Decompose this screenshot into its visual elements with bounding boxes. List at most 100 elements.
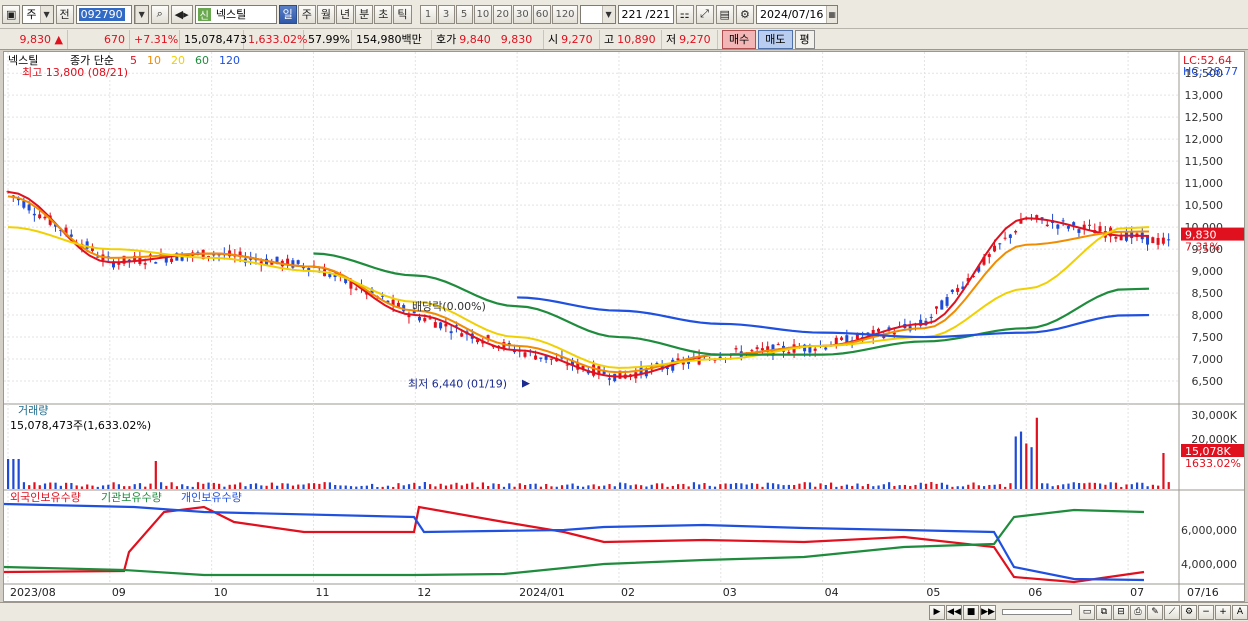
stock-code-input[interactable]: 092790 xyxy=(75,4,132,24)
volume-bar xyxy=(566,484,569,489)
candle-body xyxy=(444,323,448,327)
current-price: 9,830 ▲ xyxy=(2,29,68,49)
volume-bar xyxy=(286,483,289,489)
period-tab-0[interactable]: 일 xyxy=(278,4,297,24)
tools-icon[interactable]: ✎ xyxy=(1147,604,1163,620)
buy-button[interactable]: 매수 xyxy=(722,29,757,49)
chevron-down-icon[interactable]: ▼ xyxy=(39,5,53,23)
candle-body xyxy=(439,322,443,329)
gear-icon[interactable]: ⚙ xyxy=(735,4,754,24)
candle-body xyxy=(950,289,954,293)
interval-1[interactable]: 1 xyxy=(419,4,437,24)
volume-bar xyxy=(582,486,585,489)
volume-bar xyxy=(212,482,215,489)
volume-bar xyxy=(344,485,347,489)
rewind-icon[interactable]: ◀◀ xyxy=(946,604,962,620)
price-chart[interactable]: 6,5007,0007,5008,0008,5009,0009,50010,00… xyxy=(3,52,1244,601)
volume-bar xyxy=(919,482,922,489)
save-icon[interactable]: ▤ xyxy=(715,4,734,24)
interval-select[interactable]: ▼ xyxy=(579,4,616,24)
prev-button[interactable]: 전 xyxy=(55,4,74,24)
candle-body xyxy=(1072,222,1076,226)
copy-icon[interactable]: ⧉ xyxy=(1096,604,1112,620)
volume-bar xyxy=(38,485,41,489)
volume-bar xyxy=(196,482,200,489)
grid-icon[interactable]: ⚏ xyxy=(675,4,694,24)
candle-body xyxy=(592,364,596,376)
volume-bar xyxy=(798,483,801,489)
volume-bar xyxy=(1009,483,1012,489)
volume-bar xyxy=(835,486,838,489)
stop-icon[interactable]: ■ xyxy=(963,604,979,620)
scroll-right-icon[interactable]: ▶ xyxy=(929,604,945,620)
interval-5[interactable]: 5 xyxy=(455,4,473,24)
price-tag-percent: 7.31% xyxy=(1185,241,1220,254)
window-layout-icon[interactable]: ▭ xyxy=(1079,604,1095,620)
candle-body xyxy=(523,352,527,357)
volume-bar xyxy=(1014,436,1017,489)
volume-bar xyxy=(170,482,173,489)
crosshair-icon[interactable]: ⤢ xyxy=(695,4,714,24)
interval-30[interactable]: 30 xyxy=(512,4,532,24)
legend-name: 넥스틸 xyxy=(8,54,38,67)
zoom-slider[interactable] xyxy=(1002,609,1072,615)
candle-body xyxy=(840,337,844,340)
volume-bar xyxy=(914,484,917,489)
volume-bar xyxy=(560,485,564,489)
calendar-icon[interactable]: ▦ xyxy=(826,5,837,23)
interval-10[interactable]: 10 xyxy=(473,4,493,24)
volume-bar xyxy=(1120,486,1123,489)
window-menu-icon[interactable]: ▣ xyxy=(2,4,21,24)
period-tab-4[interactable]: 분 xyxy=(355,4,374,24)
volume-bar xyxy=(735,483,738,489)
period-tab-2[interactable]: 월 xyxy=(316,4,336,24)
volume-bar xyxy=(365,485,368,489)
volume-bar xyxy=(75,485,78,489)
interval-60[interactable]: 60 xyxy=(532,4,552,24)
period-tab-1[interactable]: 주 xyxy=(297,4,316,24)
market-select[interactable]: 주 ▼ xyxy=(22,4,54,24)
volume-bar xyxy=(1051,486,1054,489)
dividend-label: 배당락(0.00%) xyxy=(412,300,486,313)
volume-bar xyxy=(708,485,711,489)
search-icon[interactable]: ⌕ xyxy=(150,4,169,24)
zoom-out-icon[interactable]: − xyxy=(1198,604,1214,620)
volume-bar xyxy=(476,486,479,489)
volume-bar xyxy=(270,482,273,489)
interval-20[interactable]: 20 xyxy=(493,4,512,24)
zoom-in-icon[interactable]: + xyxy=(1215,604,1231,620)
volume-bar xyxy=(998,484,1002,489)
volume-bar xyxy=(756,483,759,489)
compare-icon[interactable]: ⊟ xyxy=(1113,604,1129,620)
period-tab-6[interactable]: 틱 xyxy=(393,4,412,24)
volume-bar xyxy=(534,483,537,489)
period-tab-5[interactable]: 초 xyxy=(374,4,393,24)
date-field[interactable]: 2024/07/16 ▦ xyxy=(755,4,838,24)
volume-bar xyxy=(1099,483,1102,489)
sell-button[interactable]: 매도 xyxy=(758,29,793,49)
period-tab-3[interactable]: 년 xyxy=(336,4,355,24)
volume-bar xyxy=(450,484,453,489)
fast-forward-icon[interactable]: ▶▶ xyxy=(980,604,996,620)
chevron-down-icon[interactable]: ▼ xyxy=(601,5,615,23)
holdings-legend-2: 개인보유수량 xyxy=(181,491,242,504)
draw-icon[interactable]: ⟋ xyxy=(1164,604,1180,620)
count-field[interactable]: 221 /221 xyxy=(617,4,674,24)
speaker-icon[interactable]: ◀▸ xyxy=(170,4,193,24)
volume-bar xyxy=(191,486,194,489)
legend-period-10: 10 xyxy=(147,54,161,67)
volume-bar xyxy=(165,485,168,489)
chevron-down-icon[interactable]: ▼ xyxy=(134,5,148,23)
candle-body xyxy=(998,243,1002,245)
settings-icon[interactable]: ⚙ xyxy=(1181,604,1197,620)
stock-name-field[interactable]: 신 넥스틸 xyxy=(194,4,277,24)
chart-area[interactable]: 6,5007,0007,5008,0008,5009,0009,50010,00… xyxy=(3,51,1245,602)
volume-bar xyxy=(392,486,395,489)
volume-bar xyxy=(650,484,653,489)
interval-3[interactable]: 3 xyxy=(437,4,455,24)
interval-120[interactable]: 120 xyxy=(552,4,578,24)
code-dropdown[interactable]: ▼ xyxy=(133,4,149,24)
flat-button[interactable]: 평 xyxy=(794,29,815,49)
font-icon[interactable]: A xyxy=(1232,604,1248,620)
print-icon[interactable]: ⎙ xyxy=(1130,604,1146,620)
